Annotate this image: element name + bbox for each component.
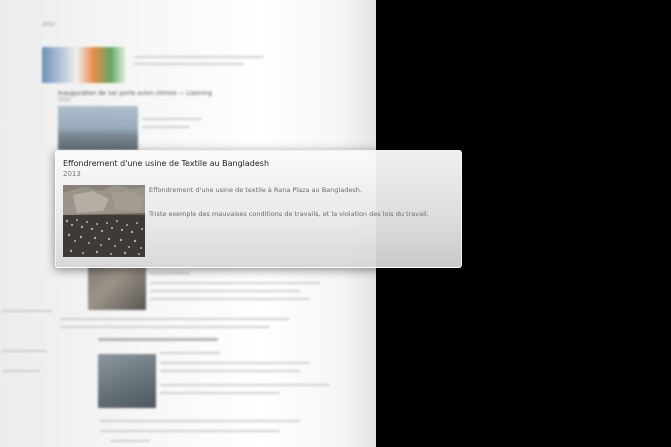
text-line [98, 338, 218, 341]
timeline-entry[interactable]: Inauguration de 1er porte avion chinois … [58, 90, 212, 103]
description-line: Effondrement d'une usine de textile à Ra… [149, 186, 362, 194]
timeline-entry[interactable]: 2012 [42, 22, 55, 28]
text-line [60, 318, 290, 320]
entry-thumbnail [58, 106, 138, 150]
text-line [134, 56, 264, 58]
text-line [100, 420, 300, 422]
text-line [60, 326, 270, 328]
entry-title: Inauguration de 1er porte avion chinois … [58, 90, 212, 97]
text-line [160, 384, 330, 386]
entry-thumbnail [98, 354, 156, 408]
text-line [110, 440, 150, 442]
text-line [150, 298, 310, 300]
entry-year: 2012 [42, 22, 55, 28]
text-line [142, 126, 190, 128]
text-line [160, 352, 220, 354]
text-line [142, 118, 202, 120]
text-line [100, 430, 280, 432]
text-line [160, 362, 310, 364]
text-line [2, 350, 47, 352]
text-line [160, 370, 300, 372]
text-line [2, 370, 40, 372]
entry-thumbnail [42, 47, 128, 83]
text-line [134, 63, 244, 65]
text-line [2, 310, 52, 312]
description-line: Triste exemple des mauvaises conditions … [149, 210, 429, 218]
card-description: Effondrement d'une usine de textile à Ra… [149, 186, 449, 234]
entry-thumbnail [88, 266, 146, 310]
collapsed-building-crowd-image [63, 185, 145, 257]
text-line [160, 392, 280, 394]
event-detail-card[interactable]: Effondrement d'une usine de Textile au B… [55, 150, 462, 268]
text-line [150, 272, 190, 274]
entry-year: 2012 [58, 97, 71, 103]
text-line [150, 282, 320, 284]
event-photo [63, 185, 145, 257]
card-year: 2013 [63, 170, 81, 178]
card-title: Effondrement d'une usine de Textile au B… [63, 159, 270, 168]
text-line [150, 290, 300, 292]
